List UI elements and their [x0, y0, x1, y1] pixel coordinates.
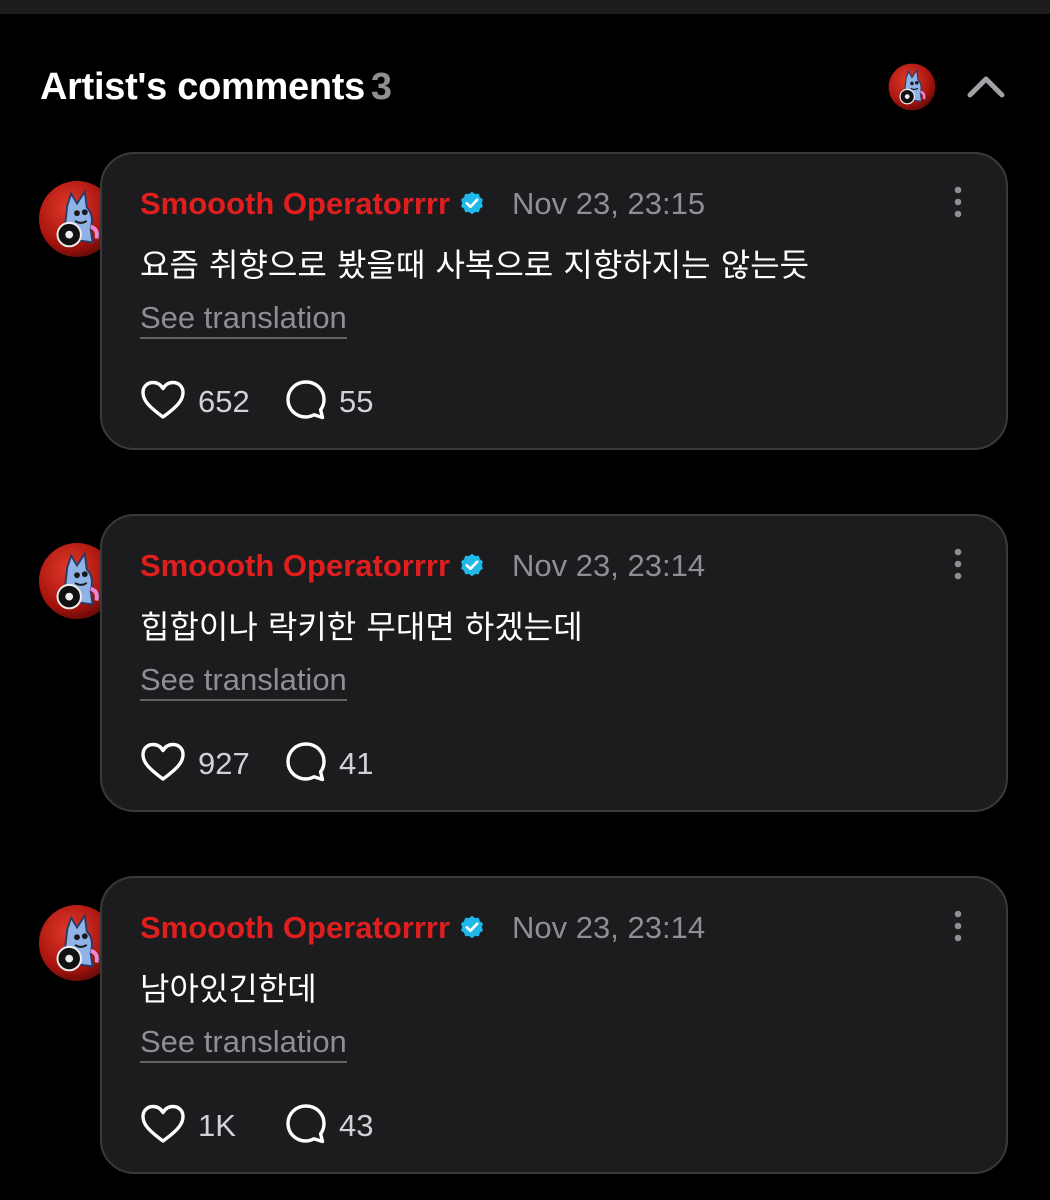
top-strip [0, 0, 1050, 14]
artist-comments-header: Artist's comments 3 [40, 58, 1010, 118]
vertical-ellipsis-icon [953, 910, 963, 946]
speech-bubble-icon [285, 1103, 327, 1149]
verified-badge-icon [458, 552, 486, 580]
heart-icon [140, 380, 186, 424]
like-count: 1K [198, 1108, 236, 1143]
reply-count: 43 [339, 1108, 374, 1143]
see-translation-link[interactable]: See translation [140, 662, 347, 701]
see-translation-link[interactable]: See translation [140, 1024, 347, 1063]
section-title: Artist's comments 3 [40, 66, 392, 108]
comment-card: Smoooth Operatorrrr Nov 23, 23:15 요즘 취향으… [100, 152, 1008, 450]
heart-icon [140, 742, 186, 786]
verified-badge-icon [458, 190, 486, 218]
like-count: 652 [198, 384, 250, 419]
collapse-button[interactable] [964, 70, 1008, 106]
heart-icon [140, 1104, 186, 1148]
speech-bubble-icon [285, 741, 327, 787]
verified-badge-icon [458, 914, 486, 942]
like-button[interactable]: 652 [140, 380, 285, 424]
comment-actions: 927 41 [140, 742, 373, 786]
like-button[interactable]: 1K [140, 1104, 285, 1148]
like-count: 927 [198, 746, 250, 781]
comment-text: 힙합이나 락키한 무대면 하겠는데 [140, 608, 583, 646]
comment-meta: Smoooth Operatorrrr Nov 23, 23:15 [140, 184, 705, 224]
username[interactable]: Smoooth Operatorrrr [140, 186, 450, 222]
timestamp: Nov 23, 23:14 [512, 910, 706, 945]
comment-meta: Smoooth Operatorrrr Nov 23, 23:14 [140, 908, 705, 948]
reply-button[interactable]: 43 [285, 1103, 373, 1149]
reply-count: 41 [339, 746, 374, 781]
comment-actions: 652 55 [140, 380, 373, 424]
comment-count: 3 [370, 66, 392, 108]
reply-count: 55 [339, 384, 374, 419]
see-translation-link[interactable]: See translation [140, 300, 347, 339]
vertical-ellipsis-icon [953, 548, 963, 584]
more-options-button[interactable] [946, 548, 970, 584]
more-options-button[interactable] [946, 910, 970, 946]
reply-button[interactable]: 41 [285, 741, 373, 787]
reply-button[interactable]: 55 [285, 379, 373, 425]
username[interactable]: Smoooth Operatorrrr [140, 910, 450, 946]
username[interactable]: Smoooth Operatorrrr [140, 548, 450, 584]
artist-avatar[interactable] [888, 63, 936, 111]
timestamp: Nov 23, 23:15 [512, 186, 706, 221]
comment-meta: Smoooth Operatorrrr Nov 23, 23:14 [140, 546, 705, 586]
more-options-button[interactable] [946, 186, 970, 222]
comment-text: 요즘 취향으로 봤을때 사복으로 지향하지는 않는듯 [140, 246, 810, 284]
comment-card: Smoooth Operatorrrr Nov 23, 23:14 힙합이나 락… [100, 514, 1008, 812]
comment-card: Smoooth Operatorrrr Nov 23, 23:14 남아있긴한데… [100, 876, 1008, 1174]
speech-bubble-icon [285, 379, 327, 425]
chevron-up-icon [966, 74, 1006, 102]
like-button[interactable]: 927 [140, 742, 285, 786]
comment-text: 남아있긴한데 [140, 970, 317, 1008]
comment-actions: 1K 43 [140, 1104, 373, 1148]
timestamp: Nov 23, 23:14 [512, 548, 706, 583]
vertical-ellipsis-icon [953, 186, 963, 222]
